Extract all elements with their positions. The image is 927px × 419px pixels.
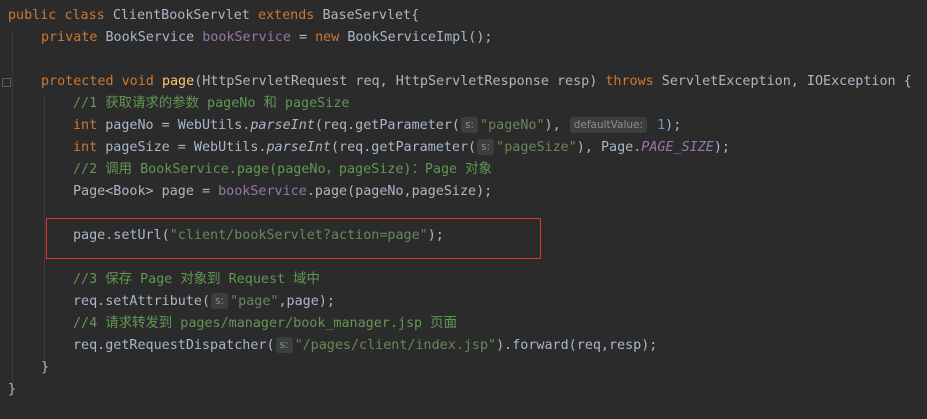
token-code: .page(pageNo,pageSize); [306,184,493,199]
token-code: ); [713,140,730,155]
token-type: BookService [105,30,203,45]
token-code: ,page); [278,294,335,309]
token-method-name: page [161,74,195,89]
token-exceptions: ServletException, IOException { [661,74,912,89]
token-code: ); [665,118,682,133]
code-line-14: } [41,360,50,375]
token-code: req.setAttribute( [73,294,211,309]
code-line-4: //1 获取请求的参数 pageNo 和 pageSize [73,96,350,111]
token-static-method: parseInt [250,118,315,133]
token-keyword: class [64,8,113,23]
code-line-11: req.setAttribute(s: "page",page); [73,291,335,313]
code-line-15: } [8,382,17,397]
token-type: BaseServlet{ [322,8,420,23]
token-string: "/pages/client/index.jsp" [294,338,497,353]
token-keyword: void [121,74,162,89]
token-class-name: ClientBookServlet [112,8,258,23]
code-line-6: int pageSize = WebUtils.parseInt(req.get… [73,137,730,159]
token-constant: PAGE_SIZE [641,140,714,155]
token-keyword: throws [605,74,662,89]
code-line-8: Page<Book> page = bookService.page(pageN… [73,181,492,203]
token-code: (req.getParameter( [331,140,477,155]
token-string: "pageNo" [480,118,545,133]
indent-guide [12,30,13,390]
token-code: req.getRequestDispatcher( [73,338,275,353]
parameter-hint: defaultValue: [569,117,648,133]
code-line-2: private BookService bookService = new Bo… [41,27,493,49]
code-editor[interactable]: public class ClientBookServlet extends B… [0,0,927,419]
token-keyword: private [41,30,106,45]
code-line-12: //4 请求转发到 pages/manager/book_manager.jsp… [73,316,457,331]
token-keyword: protected [41,74,122,89]
parameter-hint: s: [461,117,479,133]
token-keyword: new [315,30,348,45]
indent-guide [44,96,45,368]
token-string: "pageSize" [496,140,577,155]
token-operator: = [290,30,316,45]
token-field: bookService [218,184,307,199]
token-code: ).forward(req,resp); [496,338,658,353]
token-code: pageNo = WebUtils. [105,118,251,133]
token-code: Page<Book> page = [73,184,219,199]
token-keyword: extends [257,8,323,23]
parameter-hint: s: [477,139,495,155]
token-number: 1 [649,118,666,133]
token-params: (HttpServletRequest req, HttpServletResp… [194,74,606,89]
code-line-1: public class ClientBookServlet extends B… [8,5,419,27]
token-keyword: public [8,8,65,23]
token-constructor: BookServiceImpl(); [347,30,493,45]
code-line-7: //2 调用 BookService.page(pageNo，pageSize)… [73,162,492,177]
fold-icon[interactable] [2,78,11,87]
token-field: bookService [202,30,291,45]
code-line-3: protected void page(HttpServletRequest r… [41,71,912,93]
token-string: "page" [230,294,279,309]
code-line-5: int pageNo = WebUtils.parseInt(req.getPa… [73,115,681,137]
highlight-annotation-box [46,218,541,259]
code-line-10: //3 保存 Page 对象到 Request 域中 [73,272,320,287]
token-code: (req.getParameter( [314,118,460,133]
token-code: ), Page. [576,140,642,155]
token-keyword: int [73,140,106,155]
token-keyword: int [73,118,106,133]
token-static-method: parseInt [266,140,332,155]
token-code: ), [544,118,569,133]
code-line-13: req.getRequestDispatcher(s: "/pages/clien… [73,335,657,357]
token-code: pageSize = WebUtils. [105,140,267,155]
parameter-hint: s: [211,293,229,309]
parameter-hint: s: [275,337,293,353]
